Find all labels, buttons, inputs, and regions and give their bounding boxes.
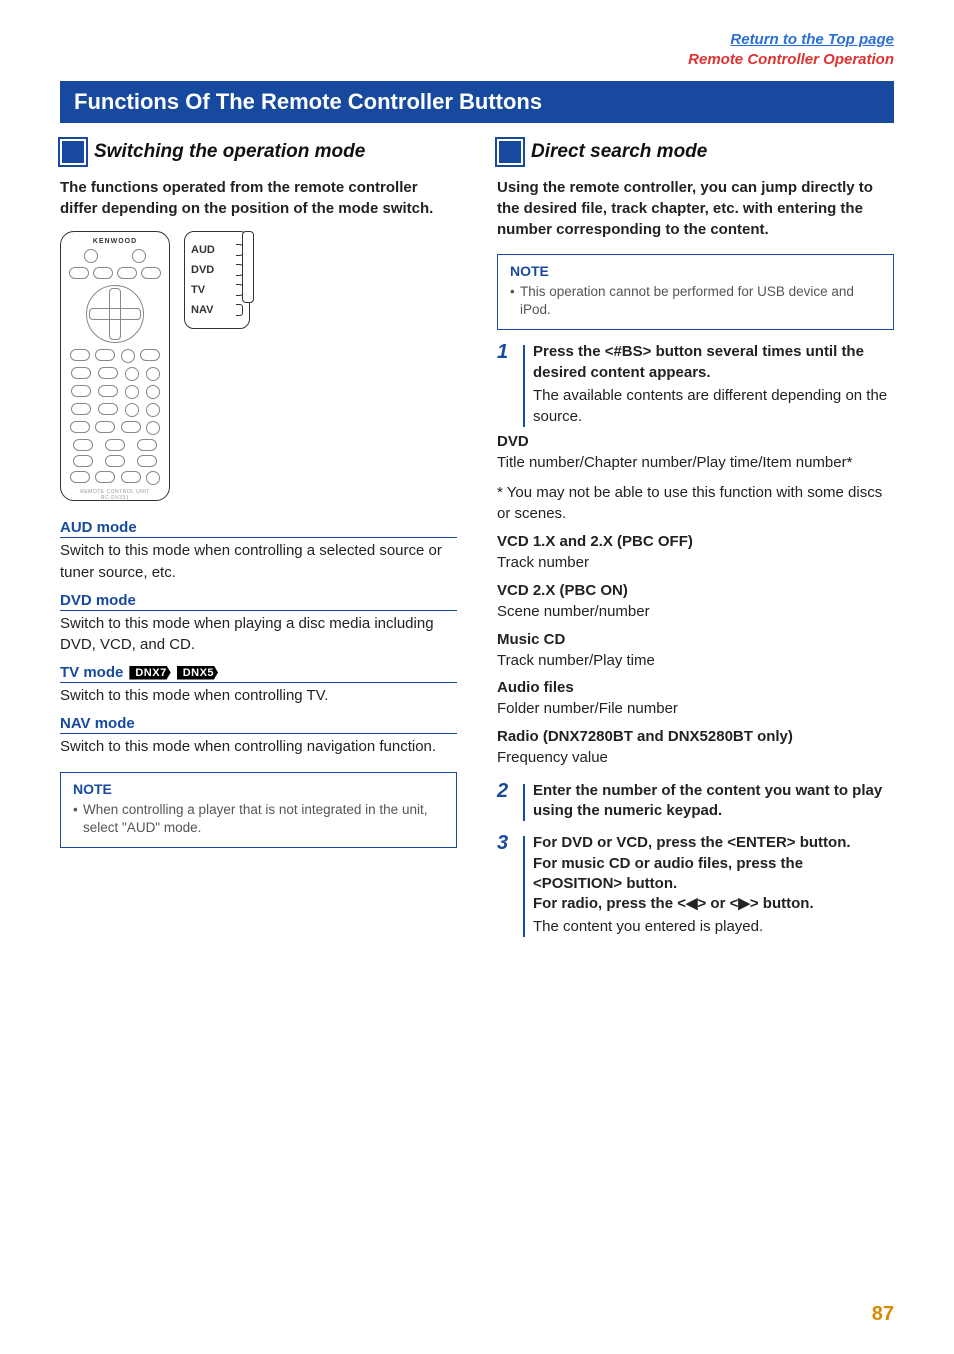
list-radio-head: Radio (DNX7280BT and DNX5280BT only): [497, 728, 894, 745]
section-lead: Using the remote controller, you can jum…: [497, 177, 894, 240]
section-title: Switching the operation mode: [94, 141, 365, 163]
mode-tv-desc: Switch to this mode when controlling TV.: [60, 685, 457, 707]
section-title: Direct search mode: [531, 141, 707, 163]
step-command-line3: For radio, press the <◀> or <▶> button.: [533, 894, 894, 914]
remote-figure: KENWOOD REMOTE CONTROL UNITRC-DV331: [60, 231, 457, 501]
switch-nav: NAV: [191, 304, 213, 316]
badge-dnx5: DNX5: [177, 666, 218, 680]
mode-nav-desc: Switch to this mode when controlling nav…: [60, 736, 457, 758]
note-box-left: NOTE When controlling a player that is n…: [60, 772, 457, 848]
section-heading-switching: Switching the operation mode: [60, 141, 457, 163]
step-1: 1 Press the <#BS> button several times u…: [497, 342, 894, 427]
step-number: 2: [497, 781, 515, 801]
note-text: When controlling a player that is not in…: [73, 801, 444, 837]
mode-nav-heading: NAV mode: [60, 715, 457, 734]
section-marker-icon: [499, 141, 521, 163]
right-column: Direct search mode Using the remote cont…: [497, 141, 894, 943]
mode-aud-heading: AUD mode: [60, 519, 457, 538]
section-heading-direct: Direct search mode: [497, 141, 894, 163]
step-bar-icon: [523, 345, 525, 427]
header-links: Return to the Top page Remote Controller…: [60, 30, 894, 69]
return-top-link[interactable]: Return to the Top page: [730, 31, 894, 48]
mode-dvd-desc: Switch to this mode when playing a disc …: [60, 613, 457, 657]
note-title: NOTE: [510, 263, 881, 279]
left-column: Switching the operation mode The functio…: [60, 141, 457, 943]
switch-dvd: DVD: [191, 264, 214, 276]
list-musiccd-head: Music CD: [497, 631, 894, 648]
list-dvd-head: DVD: [497, 433, 894, 450]
step-2: 2 Enter the number of the content you wa…: [497, 781, 894, 822]
section-link[interactable]: Remote Controller Operation: [688, 51, 894, 68]
step-command: Enter the number of the content you want…: [533, 781, 894, 822]
list-dvd-value: Title number/Chapter number/Play time/It…: [497, 452, 894, 474]
mode-tv-heading: TV mode DNX7 DNX5: [60, 664, 457, 683]
step-command: Press the <#BS> button several times unt…: [533, 342, 894, 383]
step-3: 3 For DVD or VCD, press the <ENTER> butt…: [497, 833, 894, 937]
step-description: The content you entered is played.: [533, 916, 894, 937]
step-description: The available contents are different dep…: [533, 385, 894, 427]
note-box-right: NOTE This operation cannot be performed …: [497, 254, 894, 330]
list-vcd1-value: Track number: [497, 552, 894, 574]
step-number: 1: [497, 342, 515, 362]
switch-tv: TV: [191, 284, 205, 296]
remote-brand: KENWOOD: [67, 238, 163, 245]
list-audiofiles-value: Folder number/File number: [497, 698, 894, 720]
badge-dnx7: DNX7: [129, 666, 170, 680]
section-lead: The functions operated from the remote c…: [60, 177, 457, 219]
list-musiccd-value: Track number/Play time: [497, 650, 894, 672]
note-title: NOTE: [73, 781, 444, 797]
list-radio-value: Frequency value: [497, 747, 894, 769]
step-command-line2: For music CD or audio files, press the <…: [533, 854, 894, 895]
mode-aud-desc: Switch to this mode when controlling a s…: [60, 540, 457, 584]
list-audiofiles-head: Audio files: [497, 679, 894, 696]
list-vcd2-head: VCD 2.X (PBC ON): [497, 582, 894, 599]
section-marker-icon: [62, 141, 84, 163]
step-bar-icon: [523, 784, 525, 822]
note-text: This operation cannot be performed for U…: [510, 283, 881, 319]
step-number: 3: [497, 833, 515, 853]
switch-aud: AUD: [191, 244, 215, 256]
step-bar-icon: [523, 836, 525, 937]
page-number: 87: [872, 1303, 894, 1326]
remote-controller-diagram: KENWOOD REMOTE CONTROL UNITRC-DV331: [60, 231, 170, 501]
list-vcd1-head: VCD 1.X and 2.X (PBC OFF): [497, 533, 894, 550]
mode-dvd-heading: DVD mode: [60, 592, 457, 611]
list-dvd-footnote: * You may not be able to use this functi…: [497, 482, 894, 526]
page-title: Functions Of The Remote Controller Butto…: [60, 81, 894, 123]
content-columns: Switching the operation mode The functio…: [60, 141, 894, 943]
page: Return to the Top page Remote Controller…: [0, 0, 954, 1354]
remote-model: REMOTE CONTROL UNITRC-DV331: [67, 489, 163, 501]
list-vcd2-value: Scene number/number: [497, 601, 894, 623]
step-command-line1: For DVD or VCD, press the <ENTER> button…: [533, 833, 894, 853]
mode-switch-diagram: AUD DVD TV NAV: [184, 231, 250, 329]
